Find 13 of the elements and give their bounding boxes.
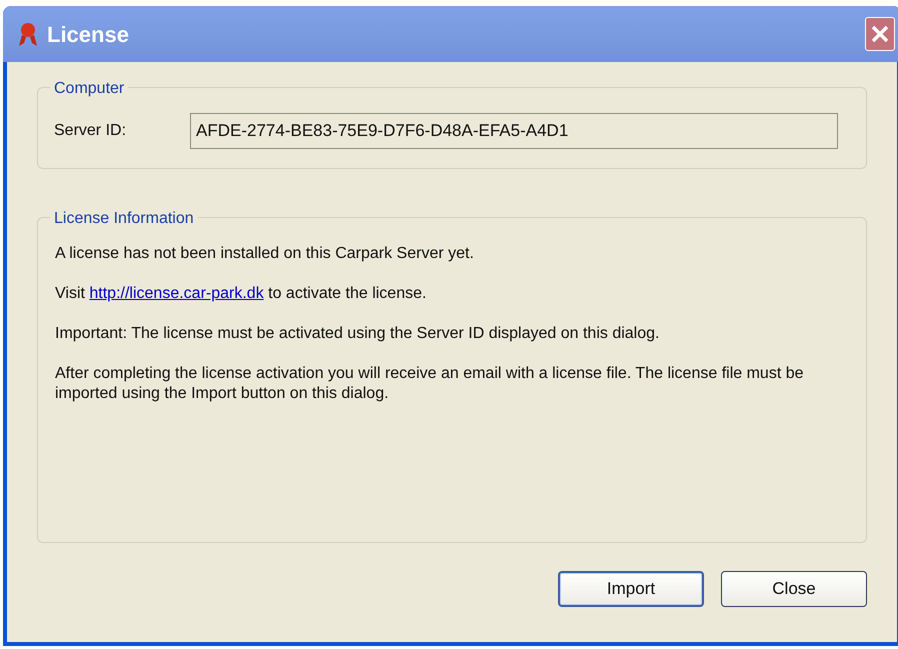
server-id-label: Server ID: (54, 121, 128, 141)
close-icon (871, 25, 889, 43)
license-link[interactable]: http://license.car-park.dk (89, 285, 264, 302)
dialog-button[interactable]: Close (721, 571, 867, 607)
info-paragraph: After completing the license activation you will receive an email with a license file. The license file must be imported using the Import button on this dialog. (55, 364, 805, 404)
info-paragraph: A license has not been installed on this Carpark Server yet. (55, 244, 475, 264)
info-paragraph: Visit http://license.car-park.dk to activate the license. (55, 284, 428, 304)
close-button[interactable] (865, 17, 895, 51)
window-title: License (47, 20, 129, 48)
server-id-field[interactable]: AFDE-2774-BE83-75E9-D7F6-D48A-EFA5-A4D1 (190, 113, 838, 149)
dialog-button[interactable]: Import (558, 571, 704, 607)
info-paragraph: Important: The license must be activated using the Server ID displayed on this dialog. (55, 324, 660, 344)
ribbon-icon (17, 21, 39, 47)
